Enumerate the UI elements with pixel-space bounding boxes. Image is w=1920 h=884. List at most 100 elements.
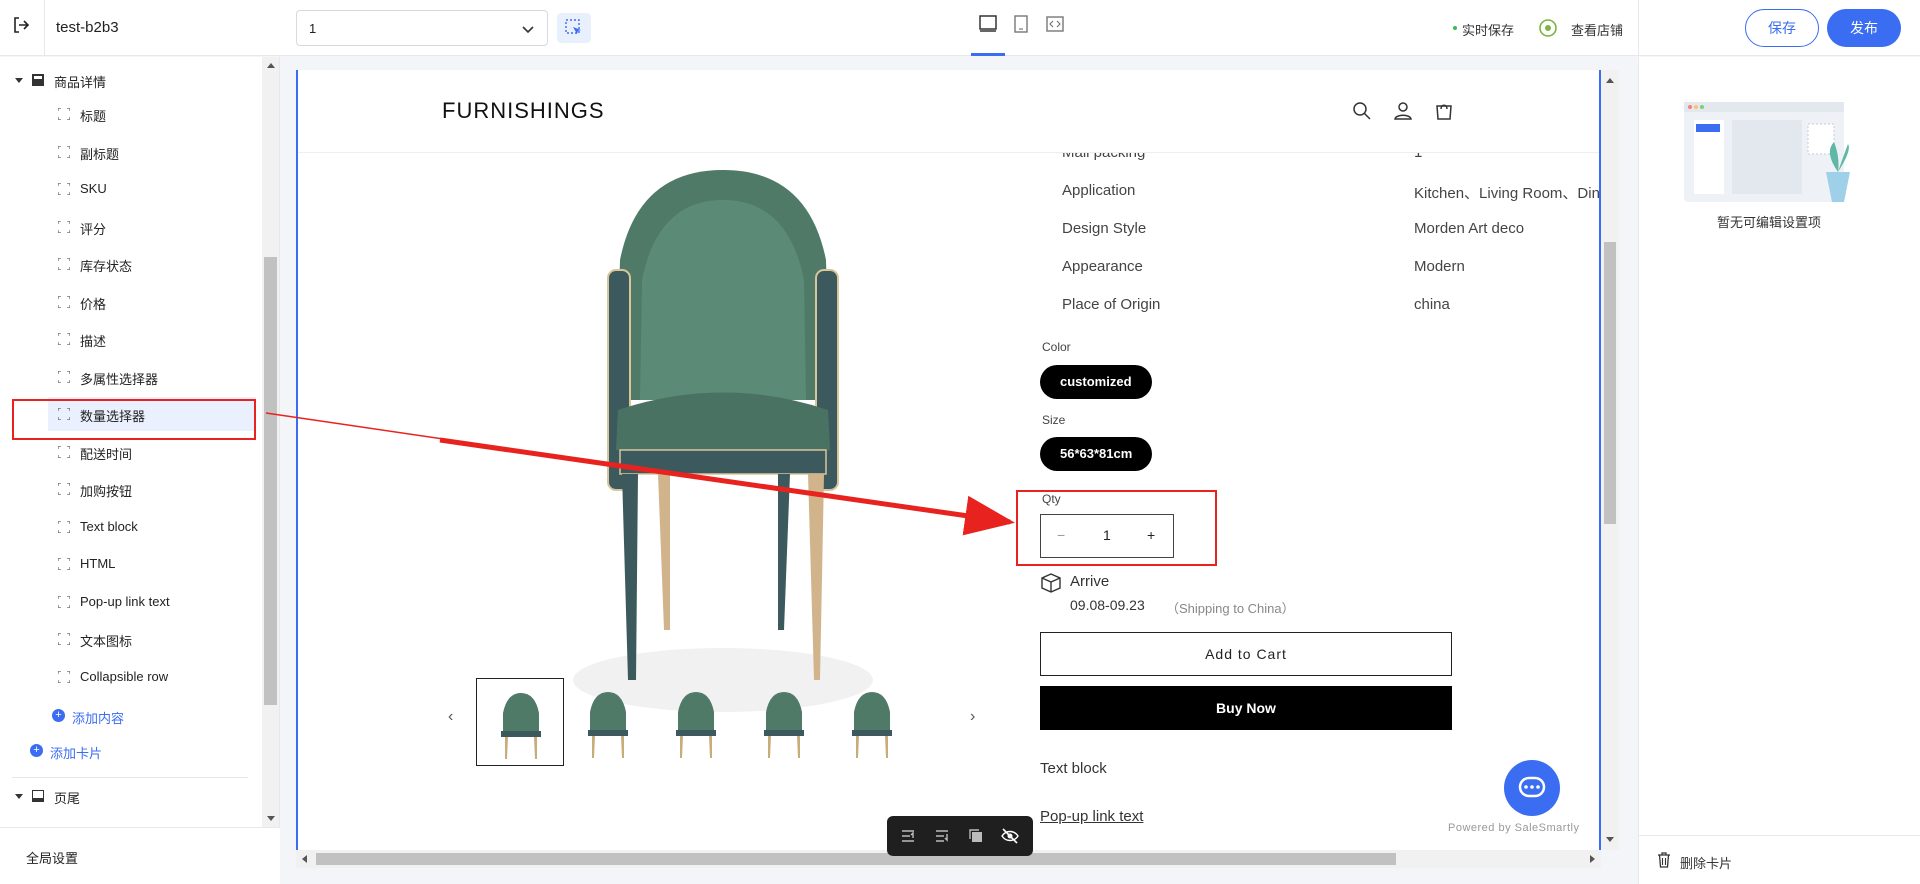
block-icon xyxy=(58,558,70,570)
thumbnails-prev-button[interactable]: ‹ xyxy=(448,708,453,726)
search-icon[interactable] xyxy=(1351,100,1373,122)
sidebar-item[interactable]: 副标题 xyxy=(0,135,256,169)
autosave-status-dot xyxy=(1453,26,1457,30)
top-bar: test-b2b3 1 实时保存 查看店铺 保存 发布 xyxy=(0,0,1920,56)
global-settings-link[interactable]: 全局设置 xyxy=(26,848,78,867)
scrollbar-thumb[interactable] xyxy=(1604,242,1616,524)
block-icon xyxy=(58,108,70,120)
block-icon xyxy=(58,445,70,458)
sidebar-item-label: Collapsible row xyxy=(80,668,169,684)
move-up-icon[interactable] xyxy=(899,827,917,845)
code-view-icon[interactable] xyxy=(1043,12,1067,36)
product-thumbnail[interactable] xyxy=(740,678,828,766)
store-brand[interactable]: FURNISHINGS xyxy=(442,98,605,124)
product-main-image[interactable] xyxy=(558,160,888,720)
move-down-icon[interactable] xyxy=(933,827,951,845)
exit-icon[interactable] xyxy=(10,14,32,36)
spec-value: china xyxy=(1414,296,1450,313)
block-icon xyxy=(58,145,70,158)
store-header: FURNISHINGS xyxy=(298,70,1599,153)
sidebar-item-label: SKU xyxy=(80,181,107,196)
sidebar-section-footer[interactable]: 页尾 xyxy=(0,779,256,813)
delete-card-button[interactable]: 删除卡片 xyxy=(1680,853,1732,872)
popup-link-text[interactable]: Pop-up link text xyxy=(1040,808,1143,825)
spec-key: Design Style xyxy=(1062,220,1147,237)
plus-circle-icon: + xyxy=(52,709,65,722)
size-option[interactable]: 56*63*81cm xyxy=(1040,437,1153,471)
scroll-down-icon[interactable] xyxy=(267,816,275,821)
powered-by-label: Powered by SaleSmartly xyxy=(1448,822,1580,834)
scroll-up-icon[interactable] xyxy=(267,63,275,68)
sidebar-item[interactable]: 文本图标 xyxy=(0,622,256,656)
sidebar-item[interactable]: 标题 xyxy=(0,97,256,131)
sidebar-item-label: 评分 xyxy=(80,221,107,237)
annotation-highlight-qty xyxy=(1016,490,1217,566)
product-card-icon xyxy=(32,74,44,86)
sidebar-item[interactable]: 多属性选择器 xyxy=(0,360,256,394)
sidebar-section-product-details[interactable]: 商品详情 xyxy=(0,63,256,97)
app-title: test-b2b3 xyxy=(56,19,119,36)
block-icon xyxy=(58,295,70,308)
element-select-tool[interactable] xyxy=(557,13,591,43)
spec-key: Appearance xyxy=(1062,258,1143,275)
scroll-left-icon[interactable] xyxy=(302,855,307,863)
sidebar-item[interactable]: 评分 xyxy=(0,210,256,244)
page-select[interactable]: 1 xyxy=(296,10,548,46)
sidebar-item[interactable]: 库存状态 xyxy=(0,247,256,281)
account-icon[interactable] xyxy=(1392,100,1414,122)
scrollbar-thumb[interactable] xyxy=(264,257,277,705)
publish-button[interactable]: 发布 xyxy=(1827,9,1901,47)
product-thumbnail[interactable] xyxy=(652,678,740,766)
product-thumbnail[interactable] xyxy=(828,678,916,766)
block-icon xyxy=(58,258,70,270)
divider xyxy=(1638,835,1920,836)
product-thumbnail[interactable] xyxy=(476,678,564,766)
product-thumbnail[interactable] xyxy=(564,678,652,766)
scroll-down-icon[interactable] xyxy=(1606,837,1614,842)
add-content-link[interactable]: + 添加内容 xyxy=(52,708,124,727)
block-icon xyxy=(58,220,70,233)
thumbnails-next-button[interactable]: › xyxy=(970,708,975,726)
spec-value: Morden Art deco xyxy=(1414,220,1525,237)
floating-toolbar xyxy=(887,816,1033,856)
desktop-view-icon[interactable] xyxy=(976,12,1000,36)
divider xyxy=(44,0,45,56)
sidebar-item-label: 文本图标 xyxy=(80,634,133,649)
sidebar-item-label: 多属性选择器 xyxy=(80,371,159,387)
cart-icon[interactable] xyxy=(1433,100,1455,122)
sidebar-item[interactable]: HTML xyxy=(0,547,256,581)
sidebar-item[interactable]: 价格 xyxy=(0,285,256,319)
sidebar-section-label: 页尾 xyxy=(54,791,81,806)
tablet-view-icon[interactable] xyxy=(1009,12,1033,36)
sidebar-item[interactable]: 描述 xyxy=(0,322,256,356)
add-card-link[interactable]: + 添加卡片 xyxy=(30,743,102,762)
buy-now-button[interactable]: Buy Now xyxy=(1040,686,1452,730)
sidebar-item[interactable]: Text block xyxy=(0,510,256,544)
sidebar-scrollbar[interactable] xyxy=(262,57,279,827)
sidebar-item[interactable]: Pop-up link text xyxy=(0,585,256,619)
caret-down-icon xyxy=(15,794,23,799)
scroll-right-icon[interactable] xyxy=(1590,855,1595,863)
color-option-customized[interactable]: customized xyxy=(1040,365,1152,399)
scrollbar-thumb[interactable] xyxy=(316,853,1396,865)
empty-state-text: 暂无可编辑设置项 xyxy=(1717,215,1822,230)
scroll-up-icon[interactable] xyxy=(1606,78,1614,83)
arrive-date: 09.08-09.23 xyxy=(1070,597,1145,613)
chat-widget-button[interactable] xyxy=(1504,760,1560,816)
cursor-select-icon xyxy=(565,19,581,34)
sidebar-section-label: 商品详情 xyxy=(54,75,107,90)
hide-icon[interactable] xyxy=(1001,827,1019,845)
duplicate-icon[interactable] xyxy=(967,827,985,845)
sidebar-item[interactable]: 加购按钮 xyxy=(0,472,256,506)
canvas-vertical-scrollbar[interactable] xyxy=(1601,70,1619,850)
view-store-link[interactable]: 查看店铺 xyxy=(1571,20,1623,39)
add-content-label: 添加内容 xyxy=(72,711,125,726)
sidebar-item[interactable]: SKU xyxy=(0,172,256,206)
trash-icon[interactable] xyxy=(1657,852,1671,868)
block-icon xyxy=(58,370,70,383)
save-button[interactable]: 保存 xyxy=(1745,9,1819,47)
caret-down-icon xyxy=(15,78,23,83)
add-to-cart-button[interactable]: Add to Cart xyxy=(1040,632,1452,676)
eye-icon[interactable] xyxy=(1538,18,1558,38)
sidebar-item[interactable]: Collapsible row xyxy=(0,660,256,694)
